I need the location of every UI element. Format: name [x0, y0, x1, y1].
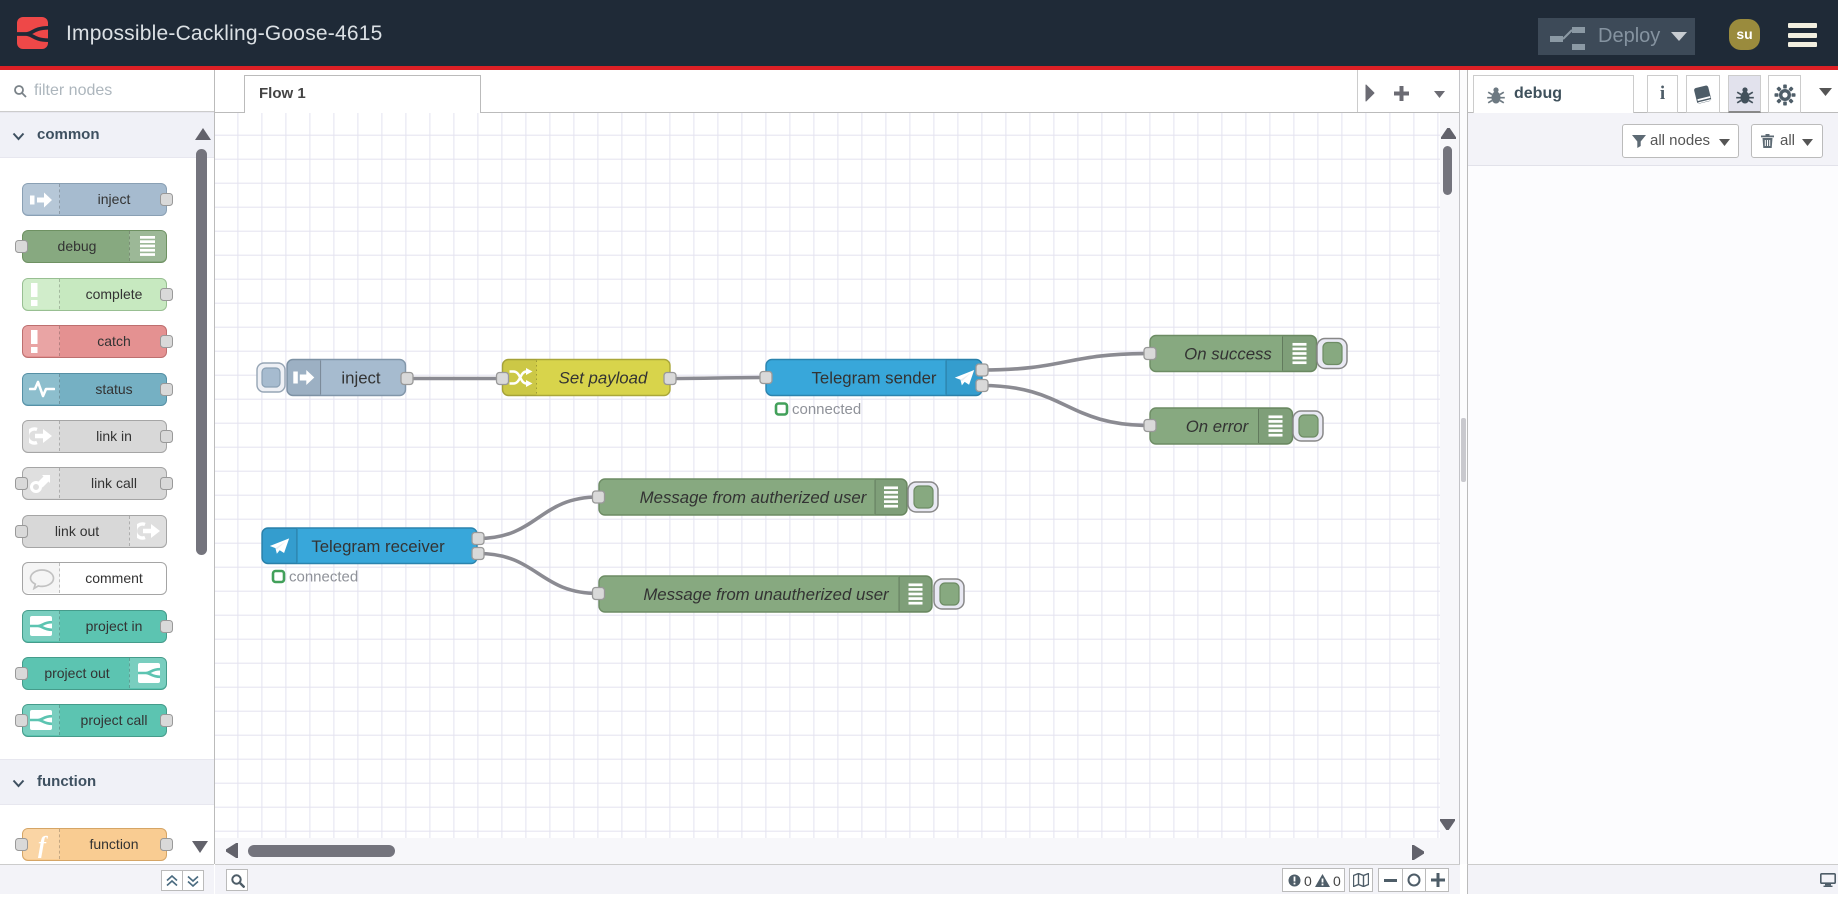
svg-text:Telegram sender: Telegram sender	[812, 369, 937, 388]
svg-text:connected: connected	[289, 569, 358, 586]
svg-text:On success: On success	[1184, 345, 1272, 364]
svg-text:Telegram receiver: Telegram receiver	[311, 537, 445, 556]
svg-text:connected: connected	[792, 401, 861, 418]
svg-text:Set payload: Set payload	[559, 369, 648, 388]
svg-text:f: f	[38, 833, 48, 859]
svg-text:On error: On error	[1186, 417, 1250, 436]
svg-text:Message from autherized user: Message from autherized user	[640, 488, 868, 507]
svg-text:Message from unautherized user: Message from unautherized user	[643, 585, 890, 604]
svg-text:inject: inject	[341, 369, 381, 388]
